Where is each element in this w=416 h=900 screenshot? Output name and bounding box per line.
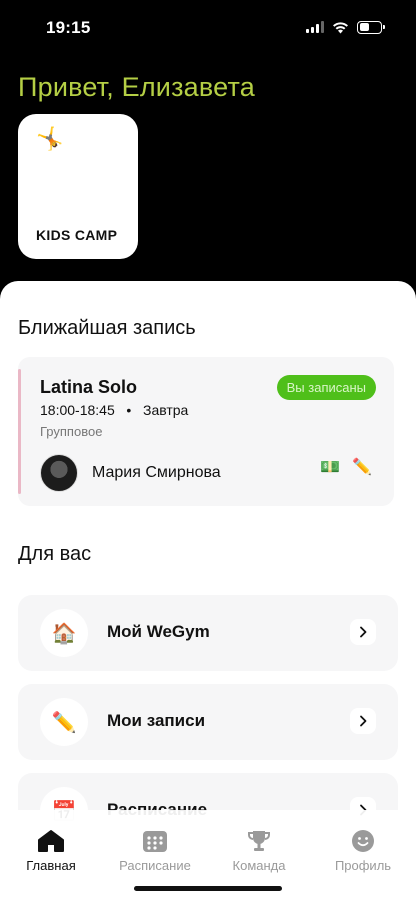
status-time: 19:15	[46, 18, 91, 37]
menu-item-my-wegym[interactable]: 🏠 Мой WeGym	[18, 595, 398, 671]
kids-camp-title: KIDS CAMP	[36, 227, 118, 243]
content-sheet: Ближайшая запись Latina Solo 18:00-18:45…	[0, 281, 416, 900]
tab-label: Расписание	[119, 858, 191, 873]
pencil-icon: ✏️	[40, 698, 88, 746]
tab-label: Команда	[232, 858, 286, 873]
for-you-section-title: Для вас	[18, 543, 92, 565]
pencil-icon[interactable]: ✏️	[352, 457, 372, 477]
smile-icon	[318, 828, 408, 854]
tab-bar: Главная Расписание Команда Профиль	[0, 810, 416, 900]
trophy-icon	[214, 828, 304, 854]
status-icons	[306, 20, 385, 34]
tab-team[interactable]: Команда	[214, 828, 304, 873]
booking-accent	[18, 369, 21, 494]
booking-card[interactable]: Latina Solo 18:00-18:45 • Завтра Группов…	[18, 357, 394, 506]
tab-home[interactable]: Главная	[6, 828, 96, 873]
tab-label: Профиль	[334, 858, 392, 873]
chevron-right-icon[interactable]	[350, 619, 376, 645]
class-name: Latina Solo	[40, 377, 138, 397]
class-time-row: 18:00-18:45 • Завтра	[40, 402, 188, 418]
class-time: 18:00-18:45	[40, 402, 115, 418]
menu-item-my-bookings[interactable]: ✏️ Мои записи	[18, 684, 398, 760]
menu-item-label: Мои записи	[107, 711, 206, 730]
house-icon: 🏠	[40, 609, 88, 657]
tab-label: Главная	[26, 858, 76, 873]
tab-schedule[interactable]: Расписание	[110, 828, 200, 873]
class-type: Групповое	[40, 424, 103, 439]
money-icon[interactable]: 💵	[320, 457, 340, 477]
kids-camp-card[interactable]: 🤸 KIDS CAMP	[18, 114, 138, 259]
wifi-icon	[333, 21, 348, 33]
tab-profile[interactable]: Профиль	[318, 828, 408, 873]
home-icon	[6, 828, 96, 854]
booking-actions: 💵 ✏️	[320, 457, 372, 477]
trainer-name: Мария Смирнова	[92, 464, 221, 481]
chevron-right-icon[interactable]	[350, 708, 376, 734]
menu-item-label: Мой WeGym	[107, 622, 210, 641]
calendar-icon	[110, 828, 200, 854]
battery-icon	[357, 20, 385, 34]
separator-dot: •	[118, 402, 140, 418]
class-day: Завтра	[142, 402, 189, 418]
gymnast-icon: 🤸	[36, 126, 64, 151]
booked-badge: Вы записаны	[276, 375, 376, 400]
status-bar: 19:15	[0, 0, 416, 54]
trainer-avatar	[40, 454, 78, 492]
signal-icon	[306, 21, 324, 33]
nearest-section-title: Ближайшая запись	[18, 317, 196, 339]
greeting-title: Привет, Елизавета	[18, 72, 255, 102]
home-indicator	[134, 886, 282, 891]
